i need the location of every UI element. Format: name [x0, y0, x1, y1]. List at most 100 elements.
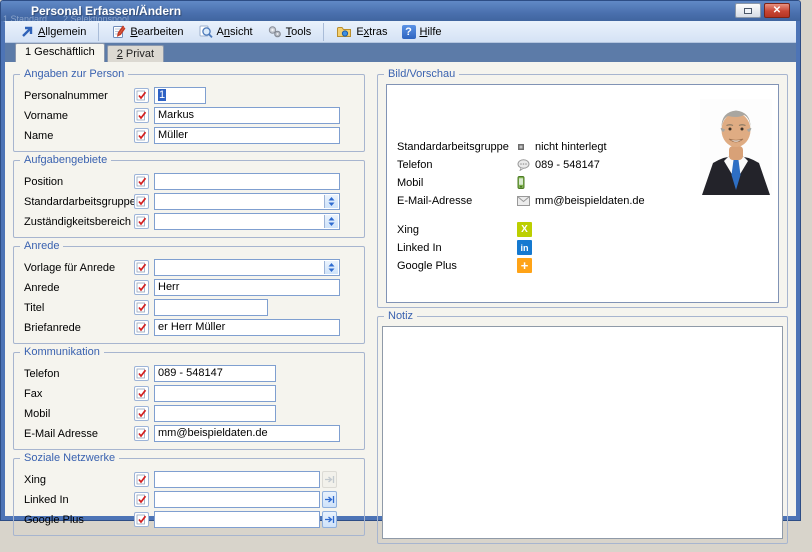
- check-note-button[interactable]: [134, 128, 149, 143]
- magnifier-icon: [198, 24, 213, 39]
- position-input[interactable]: [154, 173, 340, 190]
- section-title: Angaben zur Person: [20, 68, 128, 80]
- xing-input[interactable]: [154, 471, 320, 488]
- window-title: Personal Erfassen/Ändern: [31, 4, 181, 18]
- preview-linkedin: Linked In in: [397, 239, 768, 256]
- field-vorlage-fuer-anrede: Vorlage für Anrede: [24, 259, 354, 276]
- field-fax: Fax: [24, 385, 354, 402]
- field-name: Name Müller: [24, 127, 354, 144]
- field-briefanrede: Briefanrede er Herr Müller: [24, 319, 354, 336]
- open-link-button[interactable]: [322, 491, 337, 508]
- dropdown-spinner-icon[interactable]: [324, 195, 338, 208]
- field-position: Position: [24, 173, 354, 190]
- check-note-button[interactable]: [134, 426, 149, 441]
- check-note-button[interactable]: [134, 108, 149, 123]
- field-titel: Titel: [24, 299, 354, 316]
- dialog-window: 1 Standard 2 Selektionspool Personal Erf…: [0, 0, 801, 521]
- menu-toolbar: Allgemein Bearbeiten Ansicht Tools Extra…: [5, 21, 796, 43]
- googleplus-input[interactable]: [154, 511, 320, 528]
- check-note-button[interactable]: [134, 406, 149, 421]
- menu-allgemein[interactable]: Allgemein: [13, 22, 93, 42]
- title-bar[interactable]: 1 Standard 2 Selektionspool Personal Erf…: [1, 1, 800, 21]
- titel-input[interactable]: [154, 299, 268, 316]
- section-title: Aufgabengebiete: [20, 154, 111, 166]
- group-icon: [517, 143, 535, 151]
- mobil-input[interactable]: [154, 405, 276, 422]
- name-input[interactable]: Müller: [154, 127, 340, 144]
- standardarbeitsgruppe-select[interactable]: [154, 193, 340, 210]
- check-note-button[interactable]: [134, 88, 149, 103]
- zustaendigkeitsbereich-select[interactable]: [154, 213, 340, 230]
- check-note-button[interactable]: [134, 512, 149, 527]
- preview-googleplus: Google Plus +: [397, 257, 768, 274]
- check-note-button[interactable]: [134, 366, 149, 381]
- check-note-button[interactable]: [134, 300, 149, 315]
- toolbar-separator: [98, 23, 99, 41]
- menu-bearbeiten[interactable]: Bearbeiten: [104, 21, 190, 42]
- check-note-button[interactable]: [134, 260, 149, 275]
- check-note-button[interactable]: [134, 174, 149, 189]
- email-input[interactable]: mm@beispieldaten.de: [154, 425, 340, 442]
- field-mobil: Mobil: [24, 405, 354, 422]
- section-title: Soziale Netzwerke: [20, 452, 119, 464]
- check-note-button[interactable]: [134, 492, 149, 507]
- anrede-input[interactable]: Herr: [154, 279, 340, 296]
- field-anrede: Anrede Herr: [24, 279, 354, 296]
- section-title: Bild/Vorschau: [384, 68, 459, 80]
- section-aufgabengebiete: Aufgabengebiete Position Standardarbeits…: [13, 160, 365, 238]
- vorname-input[interactable]: Markus: [154, 107, 340, 124]
- section-title: Notiz: [384, 310, 417, 322]
- menu-tools[interactable]: Tools: [260, 21, 319, 42]
- linkedin-input[interactable]: [154, 491, 320, 508]
- field-linkedin: Linked In: [24, 491, 354, 508]
- field-zustaendigkeitsbereich: Zuständigkeitsbereich: [24, 213, 354, 230]
- tab-geschaeftlich[interactable]: 1 Geschäftlich: [15, 43, 105, 62]
- check-note-button[interactable]: [134, 280, 149, 295]
- close-button[interactable]: ✕: [764, 3, 790, 18]
- mobile-phone-icon: [517, 176, 535, 189]
- arrow-up-right-icon: [20, 25, 34, 39]
- briefanrede-input[interactable]: er Herr Müller: [154, 319, 340, 336]
- check-note-button[interactable]: [134, 472, 149, 487]
- open-link-button[interactable]: [322, 511, 337, 528]
- check-note-button[interactable]: [134, 214, 149, 229]
- field-telefon: Telefon 089 - 548147: [24, 365, 354, 382]
- vorlage-anrede-select[interactable]: [154, 259, 340, 276]
- gears-icon: [267, 24, 282, 39]
- section-angaben-zur-person: Angaben zur Person Personalnummer 1 Vorn…: [13, 74, 365, 152]
- field-standardarbeitsgruppe: Standardarbeitsgruppe: [24, 193, 354, 210]
- linkedin-icon[interactable]: in: [517, 240, 532, 255]
- preview-value: 089 - 548147: [535, 159, 600, 171]
- section-kommunikation: Kommunikation Telefon 089 - 548147 Fax M…: [13, 352, 365, 450]
- personalnummer-input[interactable]: 1: [154, 87, 206, 104]
- fax-input[interactable]: [154, 385, 276, 402]
- restore-icon: [744, 8, 752, 14]
- restore-button[interactable]: [735, 3, 761, 18]
- field-xing: Xing: [24, 471, 354, 488]
- section-soziale-netzwerke: Soziale Netzwerke Xing Linked In: [13, 458, 365, 536]
- menu-extras[interactable]: Extras: [329, 21, 394, 42]
- field-vorname: Vorname Markus: [24, 107, 354, 124]
- preview-value: nicht hinterlegt: [535, 141, 607, 153]
- dropdown-spinner-icon[interactable]: [324, 261, 338, 274]
- check-note-button[interactable]: [134, 386, 149, 401]
- menu-ansicht[interactable]: Ansicht: [191, 21, 260, 42]
- toolbar-separator: [323, 23, 324, 41]
- edit-icon: [111, 24, 126, 39]
- check-note-button[interactable]: [134, 320, 149, 335]
- tab-privat[interactable]: 2 Privat: [107, 45, 164, 62]
- xing-icon[interactable]: X: [517, 222, 532, 237]
- menu-hilfe[interactable]: ? Hilfe: [395, 22, 449, 42]
- preview-xing: Xing X: [397, 221, 768, 238]
- open-link-button-disabled: [322, 471, 337, 488]
- preview-card: Standardarbeitsgruppe nicht hinterlegt T…: [386, 84, 779, 303]
- notiz-textarea[interactable]: [382, 326, 783, 539]
- tab-strip: 1 Geschäftlich 2 Privat: [5, 43, 796, 62]
- preview-value: mm@beispieldaten.de: [535, 195, 645, 207]
- googleplus-icon[interactable]: +: [517, 258, 532, 273]
- section-bild-vorschau: Bild/Vorschau: [377, 74, 788, 308]
- section-notiz: Notiz: [377, 316, 788, 544]
- telefon-input[interactable]: 089 - 548147: [154, 365, 276, 382]
- check-note-button[interactable]: [134, 194, 149, 209]
- dropdown-spinner-icon[interactable]: [324, 215, 338, 228]
